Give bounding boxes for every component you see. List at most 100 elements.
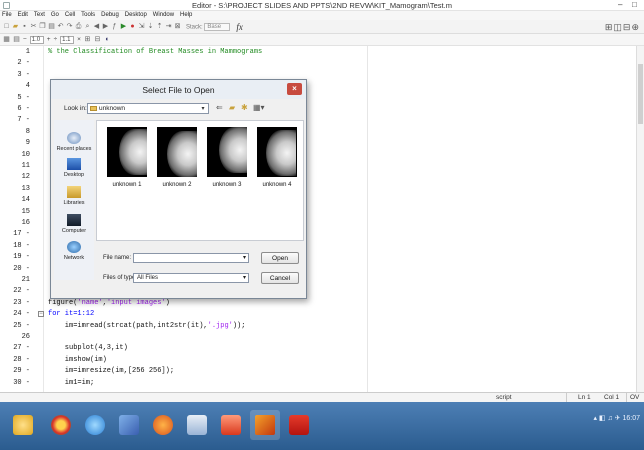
step-icon[interactable]: ⇲ — [138, 23, 145, 30]
code-line[interactable]: imshow(im) — [48, 356, 107, 364]
increment-value-field[interactable]: 1.0 — [29, 35, 44, 44]
place-network[interactable]: Network — [54, 241, 94, 261]
back-icon[interactable]: ◀ — [93, 23, 100, 30]
menu-file[interactable]: File — [2, 11, 12, 20]
step-in-icon[interactable]: ⇣ — [147, 23, 154, 30]
taskbar-app[interactable] — [80, 410, 110, 440]
fold-toggle-icon[interactable]: − — [38, 311, 44, 318]
maximize-button[interactable]: □ — [632, 0, 637, 9]
editor-scrollbar[interactable] — [636, 46, 644, 392]
cell-insert-icon[interactable]: ⊞ — [84, 36, 91, 43]
file-thumbnail[interactable] — [107, 127, 147, 177]
stack-select[interactable]: Base — [204, 22, 231, 31]
breakpoint-icon[interactable]: ● — [129, 23, 136, 30]
code-line[interactable]: for it=1:12 — [48, 310, 94, 318]
menu-edit[interactable]: Edit — [18, 11, 28, 20]
cell-delete-icon[interactable]: ⊟ — [94, 36, 101, 43]
file-name[interactable]: unknown 1 — [102, 182, 152, 188]
code-line[interactable]: subplot(4,3,it) — [48, 344, 128, 352]
exit-debug-icon[interactable]: ⊠ — [174, 23, 181, 30]
view-menu-icon[interactable]: ▦▾ — [253, 103, 265, 112]
divide-button[interactable]: ÷ — [54, 36, 58, 43]
function-browser-icon[interactable]: ƒ — [111, 23, 118, 30]
taskbar-app[interactable] — [114, 410, 144, 440]
taskbar-app[interactable] — [46, 410, 76, 440]
decrement-button[interactable]: − — [23, 36, 27, 43]
forward-icon[interactable]: ▶ — [102, 23, 109, 30]
taskbar-app[interactable] — [182, 410, 212, 440]
look-in-label: Look in: — [64, 105, 87, 112]
scrollbar-thumb[interactable] — [638, 64, 643, 124]
code-line[interactable]: im=imread(strcat(path,int2str(it),'.jpg'… — [48, 322, 246, 330]
taskbar-app-active[interactable] — [250, 410, 280, 440]
find-icon[interactable]: ⌕ — [84, 23, 91, 30]
cancel-button[interactable]: Cancel — [261, 272, 299, 284]
line-number: 30 - — [13, 378, 30, 387]
chevron-down-icon[interactable]: ▾ — [199, 104, 207, 113]
taskbar-app[interactable] — [216, 410, 246, 440]
place-computer[interactable]: Computer — [54, 214, 94, 234]
layout-icons[interactable]: ⊞◫⊟⊕ — [605, 22, 640, 33]
menu-tools[interactable]: Tools — [81, 11, 95, 20]
copy-icon[interactable]: ❐ — [39, 23, 46, 30]
undo-icon[interactable]: ↶ — [57, 23, 64, 30]
menu-window[interactable]: Window — [153, 11, 174, 20]
line-number: 6 - — [17, 105, 30, 113]
cell-run-icon[interactable]: ◐ — [104, 36, 111, 43]
redo-icon[interactable]: ↷ — [66, 23, 73, 30]
cell-mode-icon[interactable]: ▦ — [3, 36, 10, 43]
chevron-down-icon[interactable]: ▾ — [243, 274, 246, 283]
print-icon[interactable]: ⎙ — [75, 23, 82, 30]
new-file-icon[interactable]: □ — [3, 23, 10, 30]
cut-icon[interactable]: ✂ — [30, 23, 37, 30]
taskbar-app[interactable] — [148, 410, 178, 440]
file-name-input[interactable]: ▾ — [133, 253, 249, 263]
file-list[interactable]: unknown 1 unknown 2 unknown 3 unknown 4 — [96, 120, 304, 241]
place-recent[interactable]: Recent places — [54, 132, 94, 152]
tray-clock[interactable]: 16:07 — [622, 415, 640, 422]
up-folder-icon[interactable]: ▰ — [229, 103, 235, 112]
code-line[interactable]: % the Classification of Breast Masses in… — [48, 48, 262, 56]
menu-debug[interactable]: Debug — [101, 11, 119, 20]
cell-eval-icon[interactable]: ▤ — [13, 36, 20, 43]
multiply-button[interactable]: × — [77, 36, 81, 43]
tray-icons[interactable]: ▴ ◧ ♫ ✈ — [593, 415, 622, 422]
fx-button[interactable]: fx — [236, 22, 243, 32]
increment-button[interactable]: + — [47, 36, 51, 43]
back-icon[interactable]: ⇐ — [216, 103, 223, 112]
taskbar-app[interactable] — [284, 410, 314, 440]
paste-icon[interactable]: ▤ — [48, 23, 55, 30]
look-in-select[interactable]: unknown ▾ — [87, 103, 209, 114]
dialog-close-button[interactable]: × — [287, 83, 302, 95]
file-type-select[interactable]: All Files ▾ — [133, 273, 249, 283]
place-desktop[interactable]: Desktop — [54, 158, 94, 178]
open-folder-icon[interactable]: ▰ — [12, 23, 19, 30]
menu-help[interactable]: Help — [180, 11, 192, 20]
new-folder-icon[interactable]: ✱ — [241, 103, 248, 112]
step-out-icon[interactable]: ⇡ — [156, 23, 163, 30]
menu-go[interactable]: Go — [51, 11, 59, 20]
scale-value-field[interactable]: 1.1 — [60, 35, 75, 44]
file-thumbnail[interactable] — [157, 127, 197, 177]
file-name[interactable]: unknown 2 — [152, 182, 202, 188]
code-line[interactable]: figure('name','input images') — [48, 299, 170, 307]
open-button[interactable]: Open — [261, 252, 299, 264]
mammogram-image — [266, 130, 296, 176]
code-line[interactable]: im=imresize(im,[256 256]); — [48, 367, 174, 375]
menu-cell[interactable]: Cell — [65, 11, 75, 20]
minimize-button[interactable]: – — [618, 0, 622, 9]
place-libraries[interactable]: Libraries — [54, 186, 94, 206]
line-number: 23 - — [13, 298, 30, 307]
file-thumbnail[interactable] — [207, 127, 247, 177]
menu-desktop[interactable]: Desktop — [125, 11, 147, 20]
menu-text[interactable]: Text — [34, 11, 45, 20]
file-name[interactable]: unknown 3 — [202, 182, 252, 188]
continue-icon[interactable]: ⇥ — [165, 23, 172, 30]
code-line[interactable]: im1=im; — [48, 379, 94, 387]
start-button[interactable] — [8, 410, 38, 440]
chevron-down-icon[interactable]: ▾ — [243, 254, 246, 263]
file-name[interactable]: unknown 4 — [252, 182, 302, 188]
file-thumbnail[interactable] — [257, 127, 297, 177]
run-icon[interactable]: ▶ — [120, 23, 127, 30]
save-icon[interactable]: ▪ — [21, 23, 28, 30]
